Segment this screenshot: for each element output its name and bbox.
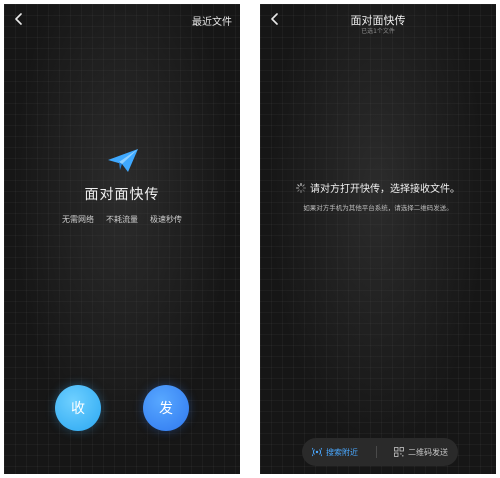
back-arrow-icon — [15, 13, 22, 25]
receive-button-label: 收 — [71, 401, 85, 417]
waiting-status: 请对方打开快传，选择接收文件。 — [260, 180, 496, 195]
send-button[interactable]: 发 — [143, 385, 189, 431]
feature-tag: 极速秒传 — [150, 215, 182, 224]
hint-text: 如果对方手机为其他平台系统，请选择二维码发送。 — [303, 204, 453, 212]
feature-title: 面对面快传 — [84, 187, 160, 203]
search-nearby-label: 搜索附近 — [326, 447, 358, 457]
receive-button[interactable]: 收 — [55, 385, 101, 431]
search-nearby-button[interactable]: 搜索附近 — [312, 447, 358, 458]
qr-send-button[interactable]: 二维码发送 — [394, 447, 448, 458]
left-screen: 最近文件 面对面快传 无需网络 不耗流量 极速秒传 收 发 — [4, 4, 240, 474]
right-screen: 面对面快传 已选1个文件 请对方打开快传，选择接收文件。 如果对方手机为其他平台… — [260, 4, 496, 474]
feature-tag: 无需网络 — [62, 215, 94, 224]
recent-files-link[interactable]: 最近文件 — [192, 13, 232, 28]
back-button[interactable] — [10, 10, 28, 28]
send-button-label: 发 — [159, 401, 173, 417]
wifi-signal-icon — [312, 447, 322, 457]
status-message: 请对方打开快传，选择接收文件。 — [310, 184, 460, 195]
bar-divider — [375, 446, 377, 458]
transfer-mode-bar: 搜索附近 二维码发送 — [302, 438, 458, 466]
paper-plane-icon — [108, 149, 138, 172]
feature-tag: 不耗流量 — [106, 215, 138, 224]
feature-tags: 无需网络 不耗流量 极速秒传 — [4, 214, 240, 225]
loading-spinner-icon — [296, 182, 306, 193]
qr-code-icon — [394, 447, 404, 457]
qr-send-label: 二维码发送 — [408, 447, 448, 457]
page-subtitle: 已选1个文件 — [361, 28, 395, 35]
